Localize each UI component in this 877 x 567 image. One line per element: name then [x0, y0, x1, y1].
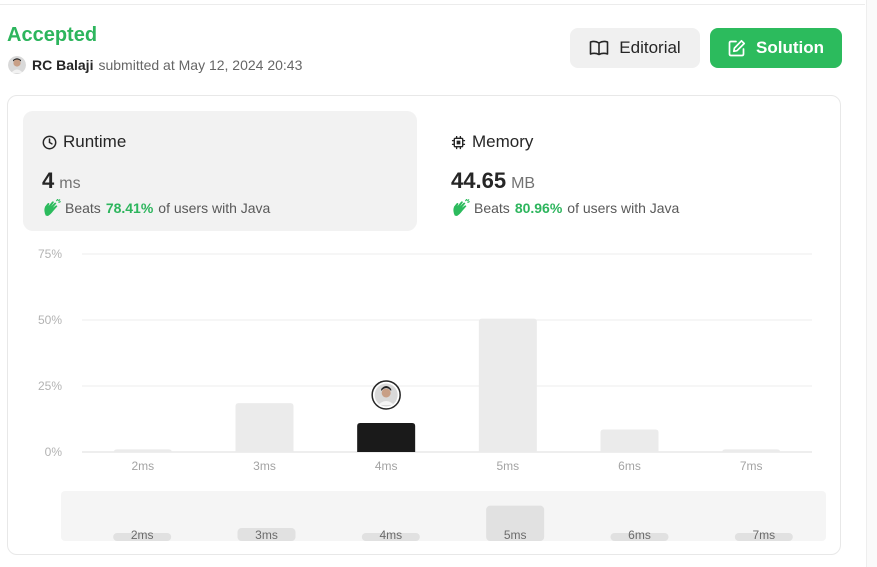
x-tick-label: 3ms: [253, 459, 276, 473]
y-tick-label: 75%: [38, 247, 62, 261]
navigator-tick-label: 7ms: [752, 528, 775, 542]
runtime-distribution-chart[interactable]: 0% 25% 50% 75% 2ms 3ms 4ms 5ms 6ms 7ms 2ms 3ms 4ms…: [0, 0, 866, 560]
chart-bar[interactable]: [600, 429, 659, 452]
scrollbar-track[interactable]: [866, 0, 877, 567]
navigator-tick-label: 4ms: [379, 528, 402, 542]
chart-bar[interactable]: [722, 449, 781, 453]
current-submission-marker: [371, 380, 401, 410]
y-tick-label: 25%: [38, 379, 62, 393]
y-tick-label: 0%: [45, 445, 63, 459]
navigator-tick-label: 5ms: [504, 528, 527, 542]
x-tick-label: 5ms: [496, 459, 519, 473]
chart-grid: [82, 253, 812, 453]
y-tick-label: 50%: [38, 313, 62, 327]
x-tick-label: 6ms: [618, 459, 641, 473]
chart-bar[interactable]: [235, 403, 294, 452]
submission-avatar: [371, 380, 401, 410]
x-tick-label: 2ms: [131, 459, 154, 473]
navigator-tick-label: 6ms: [628, 528, 651, 542]
chart-navigator[interactable]: 2ms 3ms 4ms 5ms 6ms 7ms: [61, 491, 826, 542]
navigator-tick-label: 2ms: [131, 528, 154, 542]
y-axis-ticks: 0% 25% 50% 75%: [38, 247, 62, 459]
navigator-background: [61, 491, 826, 541]
navigator-tick-label: 3ms: [255, 528, 278, 542]
x-tick-label: 4ms: [375, 459, 398, 473]
x-tick-label: 7ms: [740, 459, 763, 473]
chart-bar[interactable]: [357, 422, 416, 452]
chart-bar[interactable]: [113, 449, 172, 453]
chart-bar[interactable]: [478, 318, 537, 452]
x-axis-ticks: 2ms 3ms 4ms 5ms 6ms 7ms: [131, 459, 762, 473]
